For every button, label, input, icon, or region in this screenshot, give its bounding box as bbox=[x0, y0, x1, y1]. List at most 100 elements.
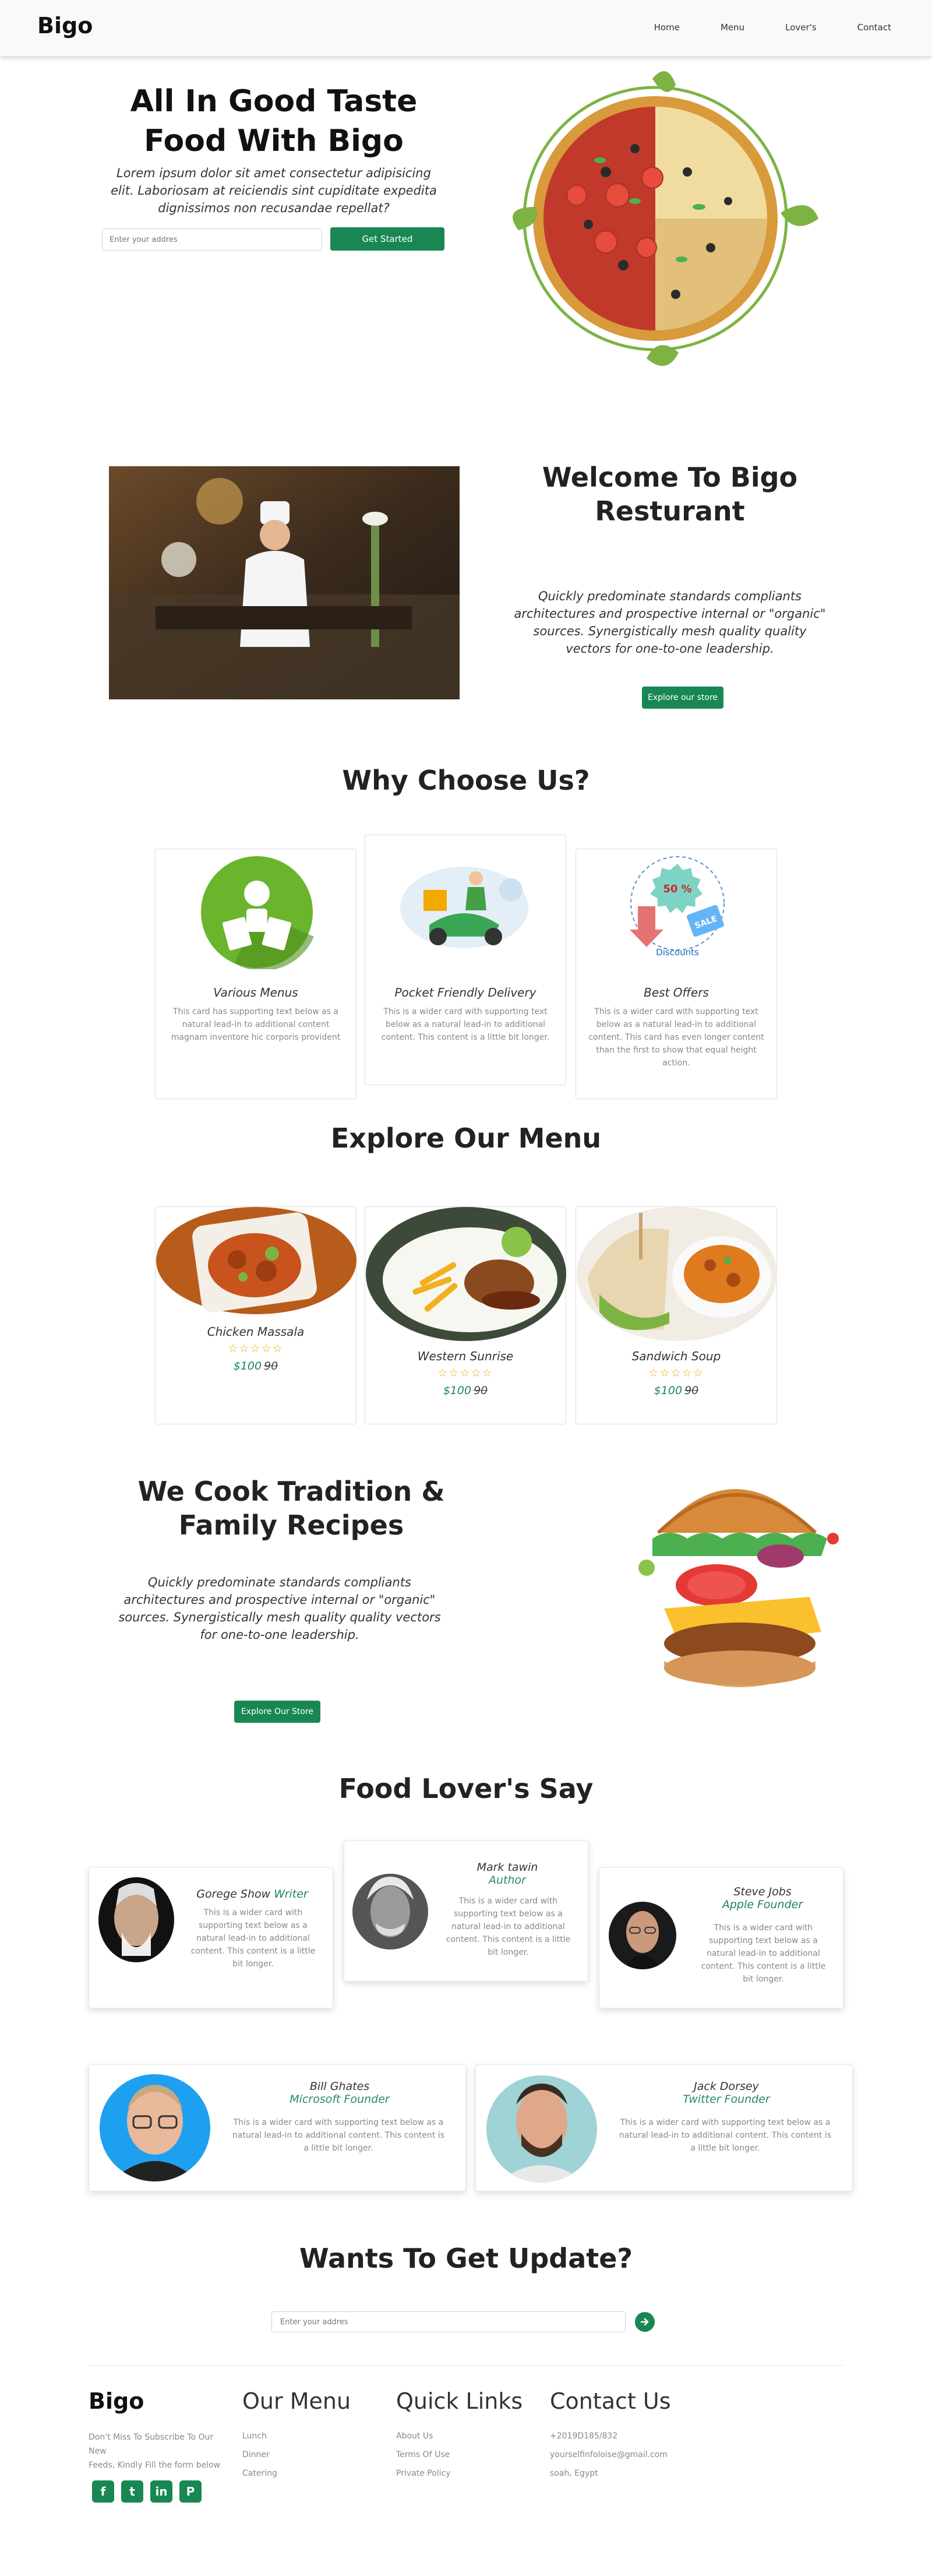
testimonial-name: Steve Jobs Apple Founder bbox=[693, 1885, 832, 1911]
chef-image bbox=[109, 466, 460, 699]
nav-home[interactable]: Home bbox=[654, 22, 680, 33]
sandwich-soup-image bbox=[577, 1207, 777, 1341]
nav-menu[interactable]: Menu bbox=[721, 22, 744, 33]
discount-badge: 50 % bbox=[663, 883, 691, 895]
testimonial-text: This is a wider card with supporting tex… bbox=[190, 1908, 316, 1969]
menu-title: Explore Our Menu bbox=[330, 1122, 602, 1154]
subscribe-arrow-button[interactable] bbox=[635, 2312, 655, 2332]
testimonial-role: Twitter Founder bbox=[683, 2093, 770, 2106]
welcome-title: Welcome To Bigo Resturant bbox=[478, 460, 862, 528]
footer-quick-heading: Quick Links bbox=[396, 2388, 523, 2414]
testimonial-name: Mark tawin Author bbox=[437, 1861, 577, 1887]
testimonial-role: Author bbox=[489, 1874, 526, 1887]
menu-card-chicken-massala[interactable]: Chicken Massala ☆☆☆☆☆ $100 90 bbox=[155, 1206, 356, 1424]
menu-item-price: $100 90 bbox=[576, 1384, 776, 1397]
testimonial-card-bill: Bill Ghates Microsoft Founder This is a … bbox=[89, 2064, 466, 2191]
update-email-input[interactable] bbox=[271, 2311, 626, 2332]
discount-label: Discounts bbox=[656, 947, 699, 958]
testimonial-person: Jack Dorsey bbox=[694, 2080, 759, 2093]
testimonial-text: This is a wider card with supporting tex… bbox=[701, 1923, 826, 1984]
why-card-text: This card has supporting text below as a… bbox=[171, 1007, 341, 1042]
facebook-icon[interactable]: f bbox=[92, 2480, 114, 2503]
testimonial-text: This is a wider card with supporting tex… bbox=[232, 2118, 444, 2153]
testimonial-card-steve: Steve Jobs Apple Founder This is a wider… bbox=[599, 1867, 843, 2008]
menu-card-western-sunrise[interactable]: Western Sunrise ☆☆☆☆☆ $100 90 bbox=[365, 1206, 566, 1424]
why-card-various-menus: Various Menus This card has supporting t… bbox=[155, 849, 356, 1099]
delivery-scooter-icon bbox=[400, 867, 528, 948]
pizza-image bbox=[513, 71, 818, 366]
why-title: Why Choose Us? bbox=[342, 765, 590, 796]
burger-image bbox=[638, 1489, 839, 1687]
footer-link-catering[interactable]: Catering bbox=[242, 2469, 277, 2478]
brand-logo[interactable]: Bigo bbox=[37, 13, 93, 38]
discounts-icon: 50 % SALE Discounts bbox=[630, 856, 725, 958]
testimonial-card-jack: Jack Dorsey Twitter Founder This is a wi… bbox=[475, 2064, 853, 2191]
nav-contact[interactable]: Contact bbox=[857, 22, 891, 33]
testimonial-name: Gorege Show Writer bbox=[182, 1888, 322, 1901]
footer-menu-heading: Our Menu bbox=[242, 2388, 351, 2414]
why-card-pocket-friendly: Pocket Friendly Delivery This is a wider… bbox=[365, 835, 566, 1085]
price-current: $100 bbox=[654, 1384, 683, 1397]
nav-lovers[interactable]: Lover's bbox=[785, 22, 816, 33]
why-card-best-offers: 50 % SALE Discounts Best Offers This is … bbox=[576, 849, 777, 1099]
menu-icon bbox=[201, 856, 314, 969]
tradition-text: Quickly predominate standards compliants… bbox=[118, 1575, 441, 1642]
price-old: 90 bbox=[474, 1384, 488, 1397]
avatar-jack bbox=[486, 2075, 597, 2183]
price-current: $100 bbox=[233, 1360, 262, 1373]
hero-title-line1: All In Good Taste bbox=[130, 84, 418, 119]
get-started-button[interactable]: Get Started bbox=[330, 227, 444, 251]
twitter-icon[interactable]: t bbox=[121, 2480, 143, 2503]
footer-link-terms[interactable]: Terms Of Use bbox=[396, 2450, 450, 2459]
explore-our-store-button[interactable]: Explore our store bbox=[642, 687, 723, 709]
explore-store-button-2[interactable]: Explore Our Store bbox=[234, 1701, 320, 1723]
why-card-title: Best Offers bbox=[644, 986, 709, 1000]
lovers-title: Food Lover's Say bbox=[338, 1773, 594, 1804]
footer-about-line1: Don't Miss To Subscribe To Our New bbox=[89, 2433, 214, 2456]
footer-link-dinner[interactable]: Dinner bbox=[242, 2450, 270, 2459]
avatar-bill bbox=[100, 2074, 210, 2181]
menu-item-price: $100 90 bbox=[156, 1360, 356, 1373]
testimonial-card-gorege: Gorege Show Writer This is a wider card … bbox=[89, 1867, 333, 2008]
testimonial-text: This is a wider card with supporting tex… bbox=[619, 2118, 831, 2153]
menu-item-price: $100 90 bbox=[365, 1384, 566, 1397]
footer-phone: +2019D185/832 bbox=[550, 2431, 618, 2441]
nav-links: Home Menu Lover's Contact bbox=[613, 22, 891, 33]
menu-card-sandwich-soup[interactable]: Sandwich Soup ☆☆☆☆☆ $100 90 bbox=[576, 1206, 777, 1424]
tradition-title: We Cook Tradition & Family Recipes bbox=[105, 1474, 478, 1542]
chicken-massala-image bbox=[156, 1207, 356, 1314]
price-old: 90 bbox=[264, 1360, 278, 1373]
welcome-text: Quickly predominate standards compliants… bbox=[514, 589, 826, 656]
footer-brand: Bigo bbox=[89, 2388, 144, 2414]
avatar-steve bbox=[609, 1902, 676, 1969]
footer-address: soah, Egypt bbox=[550, 2469, 598, 2478]
navbar: Bigo Home Menu Lover's Contact bbox=[0, 0, 932, 56]
testimonial-person: Mark tawin bbox=[476, 1861, 538, 1874]
update-title: Wants To Get Update? bbox=[299, 2243, 633, 2274]
testimonial-role: Microsoft Founder bbox=[290, 2093, 390, 2106]
hero-address-input[interactable] bbox=[102, 228, 322, 251]
why-card-title: Various Menus bbox=[213, 986, 298, 1000]
why-card-text: This is a wider card with supporting tex… bbox=[381, 1007, 550, 1042]
testimonial-person: Steve Jobs bbox=[733, 1885, 792, 1898]
testimonial-role: Writer bbox=[274, 1888, 308, 1901]
rating-stars-icon: ☆☆☆☆☆ bbox=[437, 1367, 493, 1380]
why-card-text: This is a wider card with supporting tex… bbox=[588, 1007, 764, 1068]
pinterest-icon[interactable]: P bbox=[179, 2480, 202, 2503]
testimonial-card-mark: Mark tawin Author This is a wider card w… bbox=[344, 1840, 588, 1982]
testimonial-person: Bill Ghates bbox=[309, 2080, 370, 2093]
footer-link-about[interactable]: About Us bbox=[396, 2431, 433, 2441]
hero-title-line2: Food With Bigo bbox=[144, 124, 404, 159]
testimonial-text: This is a wider card with supporting tex… bbox=[446, 1896, 571, 1957]
footer-link-privacy[interactable]: Private Policy bbox=[396, 2469, 451, 2478]
footer-email[interactable]: yourselfinfoloise@gmail.com bbox=[550, 2450, 668, 2459]
footer-about-line2: Feeds, Kindly Fill the form below bbox=[89, 2461, 221, 2470]
menu-item-name: Western Sunrise bbox=[417, 1349, 514, 1363]
linkedin-icon[interactable]: in bbox=[150, 2480, 172, 2503]
tradition-title-line1: We Cook Tradition & bbox=[137, 1476, 445, 1507]
hero-subtitle: Lorem ipsum dolor sit amet consectetur a… bbox=[111, 166, 437, 215]
footer-divider bbox=[89, 2365, 843, 2366]
menu-item-name: Sandwich Soup bbox=[631, 1349, 721, 1363]
rating-stars-icon: ☆☆☆☆☆ bbox=[228, 1342, 284, 1355]
footer-link-lunch[interactable]: Lunch bbox=[242, 2431, 267, 2441]
